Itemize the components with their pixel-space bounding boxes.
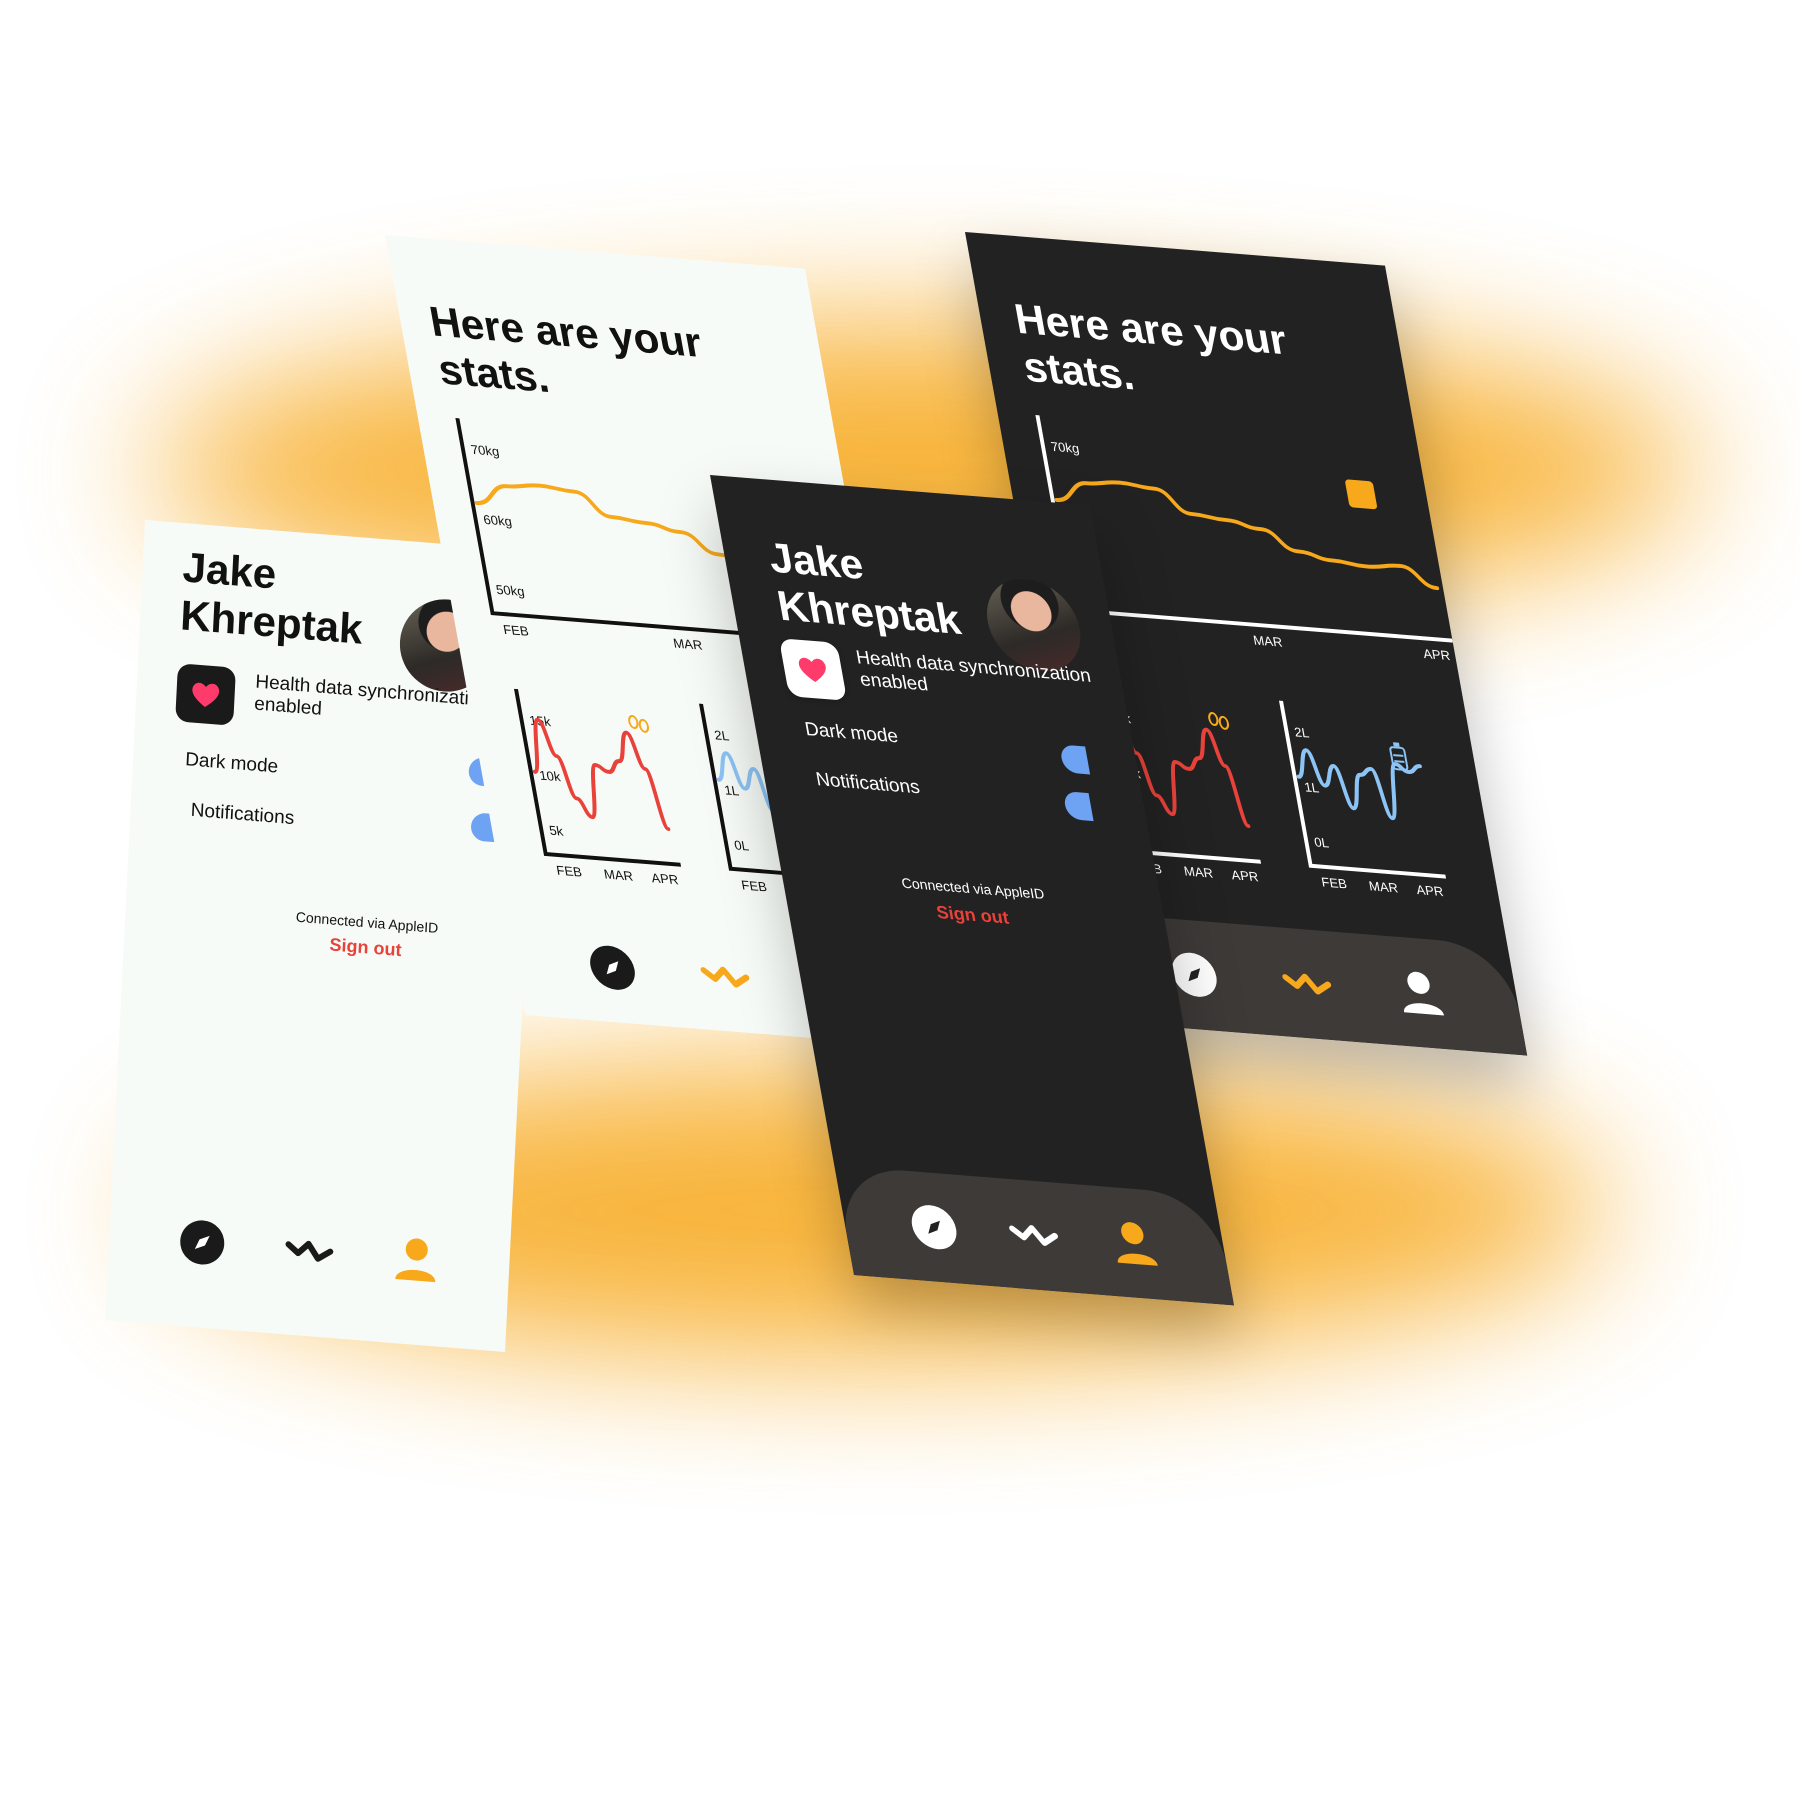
stats-title: Here are your stats. [1010,294,1291,399]
stats-wave-icon [285,1240,334,1262]
y-tick-label: 60kg [482,512,513,529]
tab-stats[interactable] [1272,951,1343,1016]
profile-name: Jake Khreptak [764,533,965,644]
x-tick-label: MAR [672,636,704,653]
x-tick-label: FEB [555,863,583,880]
notifications-toggle[interactable] [1062,791,1094,822]
person-icon [1117,1222,1158,1266]
tab-profile[interactable] [384,1227,447,1292]
x-tick-label: APR [1415,882,1444,899]
stats-wave-icon [700,966,750,988]
y-tick-label: 10k [538,768,562,785]
notifications-label: Notifications [814,769,922,799]
x-tick-label: FEB [740,878,768,895]
tab-stats[interactable] [999,1203,1070,1268]
dark-mode-label: Dark mode [184,749,279,778]
y-tick-label: 5k [548,823,565,839]
y-tick-label: 0L [733,838,750,854]
x-tick-label: MAR [1183,864,1215,881]
x-tick-label: FEB [1320,875,1348,892]
person-icon [394,1238,435,1283]
tab-compass[interactable] [577,935,648,1000]
x-tick-label: APR [650,870,679,887]
y-tick-label: 50kg [495,582,526,599]
sign-out-button[interactable]: Sign out [935,902,1011,929]
tab-stats[interactable] [690,944,761,1009]
steps-chart: 15k10k5kFEBMARAPR [514,688,682,887]
profile-name: Jake Khreptak [179,543,364,653]
y-tick-label: 70kg [470,442,501,459]
tab-profile[interactable] [1099,1211,1170,1276]
tab-profile[interactable] [1385,960,1456,1025]
y-tick-label: 2L [1293,725,1310,741]
stats-title: Here are your stats. [425,297,706,402]
footsteps-icon [1208,712,1230,730]
y-tick-label: 1L [723,783,740,799]
y-tick-label: 0L [1313,835,1330,851]
connected-label: Connected via AppleID [295,908,439,936]
notifications-label: Notifications [190,799,295,830]
y-tick-label: 2L [713,728,730,744]
health-app-icon [175,663,236,726]
tab-stats[interactable] [278,1219,341,1284]
y-tick-label: 1L [1303,780,1320,796]
dark-mode-toggle[interactable] [1059,744,1091,775]
compass-icon [911,1205,957,1250]
tab-compass[interactable] [171,1210,234,1275]
water-chart: 2L 1L 0L FEB MAR APR [1279,700,1447,899]
health-app-icon [778,638,848,701]
compass-icon [589,945,635,990]
stats-wave-icon [1009,1225,1058,1246]
dark-mode-label: Dark mode [803,719,900,748]
connected-label: Connected via AppleID [900,874,1046,902]
stats-wave-icon [1282,973,1332,995]
tab-compass[interactable] [899,1195,970,1260]
heart-icon [798,657,826,683]
heart-icon [192,682,220,708]
x-tick-label: MAR [1368,878,1400,895]
y-tick-label: 70kg [1050,439,1081,456]
sign-out-button[interactable]: Sign out [329,934,402,961]
x-tick-label: FEB [502,622,530,639]
tab-bar [105,1150,514,1352]
compass-icon [180,1220,225,1265]
footsteps-icon [628,715,650,733]
x-tick-label: MAR [1252,633,1284,650]
x-tick-label: APR [1230,867,1259,884]
x-tick-label: APR [1422,646,1451,663]
person-icon [1404,971,1445,1016]
series-line [1054,480,1440,591]
x-tick-label: MAR [603,867,635,884]
